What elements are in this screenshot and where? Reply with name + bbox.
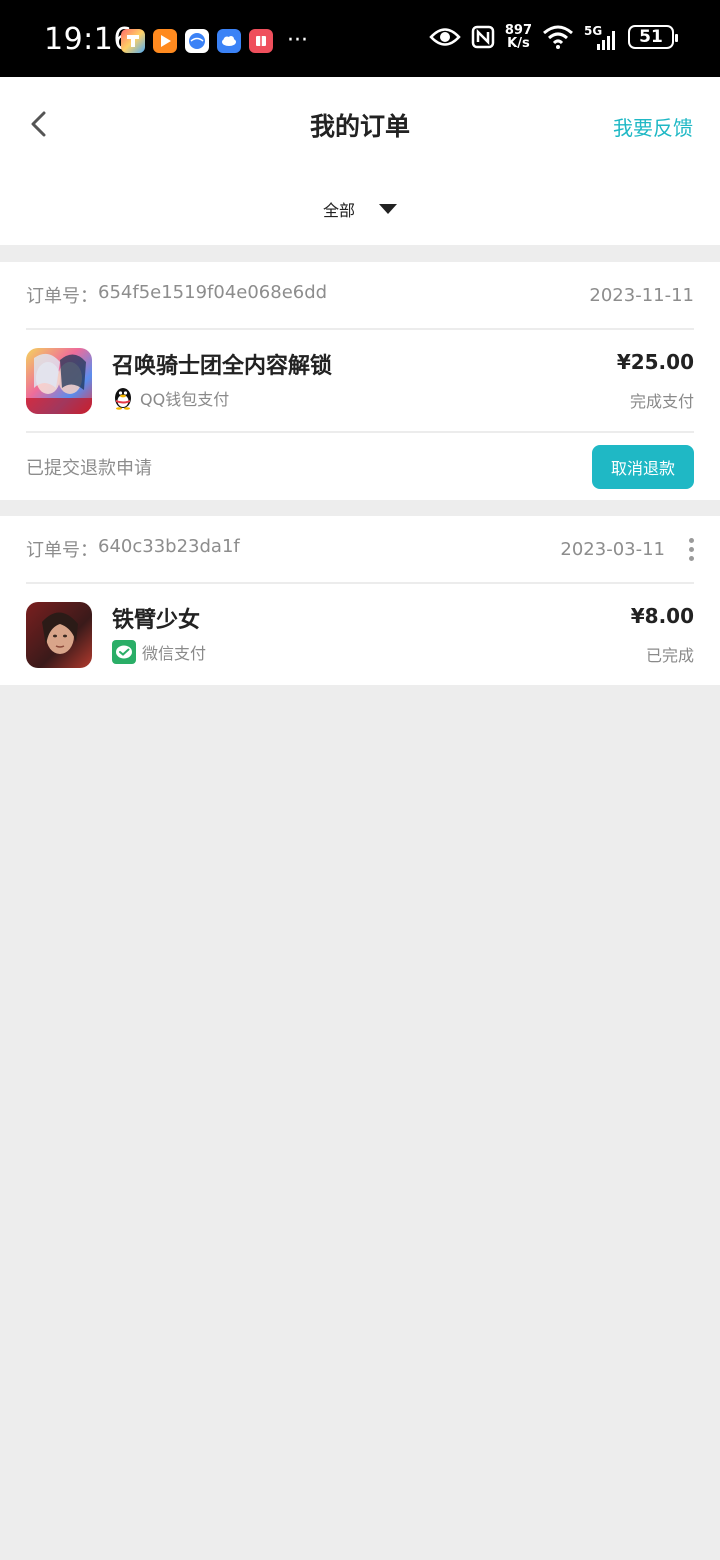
game-thumbnail bbox=[26, 602, 92, 668]
network-speed: 897 K/s bbox=[504, 23, 532, 51]
nfc-icon bbox=[471, 25, 495, 49]
book-app-icon bbox=[249, 29, 273, 53]
more-options-button[interactable] bbox=[683, 536, 694, 563]
payment-label: 微信支付 bbox=[142, 644, 207, 663]
feedback-link[interactable]: 我要反馈 bbox=[613, 112, 693, 141]
order-number-value: 654f5e1519f04e068e6dd bbox=[98, 282, 328, 303]
battery-indicator: 51 bbox=[628, 25, 678, 49]
order-price: ¥25.00 bbox=[616, 350, 694, 374]
cloud-app-icon bbox=[217, 29, 241, 53]
refund-status: 已提交退款申请 bbox=[26, 457, 152, 479]
more-dot-icon bbox=[689, 537, 694, 543]
order-number: 订单号： 640c33b23da1f bbox=[26, 536, 240, 562]
status-bar: 19:16 ··· 897 K/s 5G 51 bbox=[0, 0, 720, 77]
eye-icon bbox=[429, 28, 461, 46]
payment-status: 完成支付 bbox=[629, 392, 694, 411]
app-header: 我的订单 我要反馈 全部 bbox=[0, 77, 720, 245]
caret-down-icon bbox=[379, 204, 397, 214]
order-header: 订单号： 640c33b23da1f 2023-03-11 bbox=[26, 516, 694, 584]
order-filter-dropdown[interactable]: 全部 bbox=[0, 197, 720, 221]
qq-penguin-icon bbox=[115, 388, 131, 410]
status-time: 19:16 bbox=[44, 22, 133, 57]
payment-method: QQ钱包支付 bbox=[112, 386, 229, 410]
more-dot-icon bbox=[689, 546, 694, 552]
order-number-value: 640c33b23da1f bbox=[98, 536, 240, 557]
order-status: 已完成 bbox=[645, 646, 694, 665]
wifi-icon bbox=[543, 25, 573, 49]
order-number: 订单号： 654f5e1519f04e068e6dd bbox=[26, 282, 327, 308]
filter-label: 全部 bbox=[322, 201, 355, 220]
browser-app-icon bbox=[185, 29, 209, 53]
more-dot-icon bbox=[689, 555, 694, 561]
order-item[interactable]: 召唤骑士团全内容解锁 QQ钱包支付 ¥25.00 完成支付 bbox=[26, 348, 694, 414]
status-right: 897 K/s 5G 51 bbox=[429, 23, 678, 51]
payment-label: QQ钱包支付 bbox=[140, 390, 230, 409]
order-number-label: 订单号： bbox=[26, 540, 98, 561]
order-header: 订单号： 654f5e1519f04e068e6dd 2023-11-11 bbox=[26, 262, 694, 330]
order-date: 2023-03-11 bbox=[560, 538, 665, 560]
signal-icon bbox=[597, 31, 615, 50]
payment-method: 微信支付 bbox=[112, 640, 206, 664]
page-title: 我的订单 bbox=[309, 112, 410, 141]
order-price: ¥8.00 bbox=[630, 604, 694, 628]
wechat-pay-icon bbox=[112, 640, 136, 664]
order-card[interactable]: 订单号： 640c33b23da1f 2023-03-11 铁臂少女 微信支付 … bbox=[0, 516, 720, 685]
order-footer: 已提交退款申请 取消退款 bbox=[26, 431, 694, 500]
cancel-refund-button[interactable]: 取消退款 bbox=[592, 444, 694, 489]
order-item[interactable]: 铁臂少女 微信支付 ¥8.00 已完成 bbox=[26, 602, 694, 668]
more-notifications-icon: ··· bbox=[287, 28, 308, 53]
app-notification-icon bbox=[121, 29, 145, 53]
game-thumbnail bbox=[26, 348, 92, 414]
video-app-icon bbox=[153, 29, 177, 53]
notification-icons: ··· bbox=[121, 29, 308, 53]
order-card[interactable]: 订单号： 654f5e1519f04e068e6dd 2023-11-11 召唤… bbox=[0, 262, 720, 500]
order-item-title: 召唤骑士团全内容解锁 bbox=[112, 354, 333, 379]
cellular-signal: 5G bbox=[584, 24, 618, 50]
order-number-label: 订单号： bbox=[26, 286, 98, 307]
order-item-title: 铁臂少女 bbox=[112, 608, 201, 633]
order-date: 2023-11-11 bbox=[589, 284, 694, 306]
